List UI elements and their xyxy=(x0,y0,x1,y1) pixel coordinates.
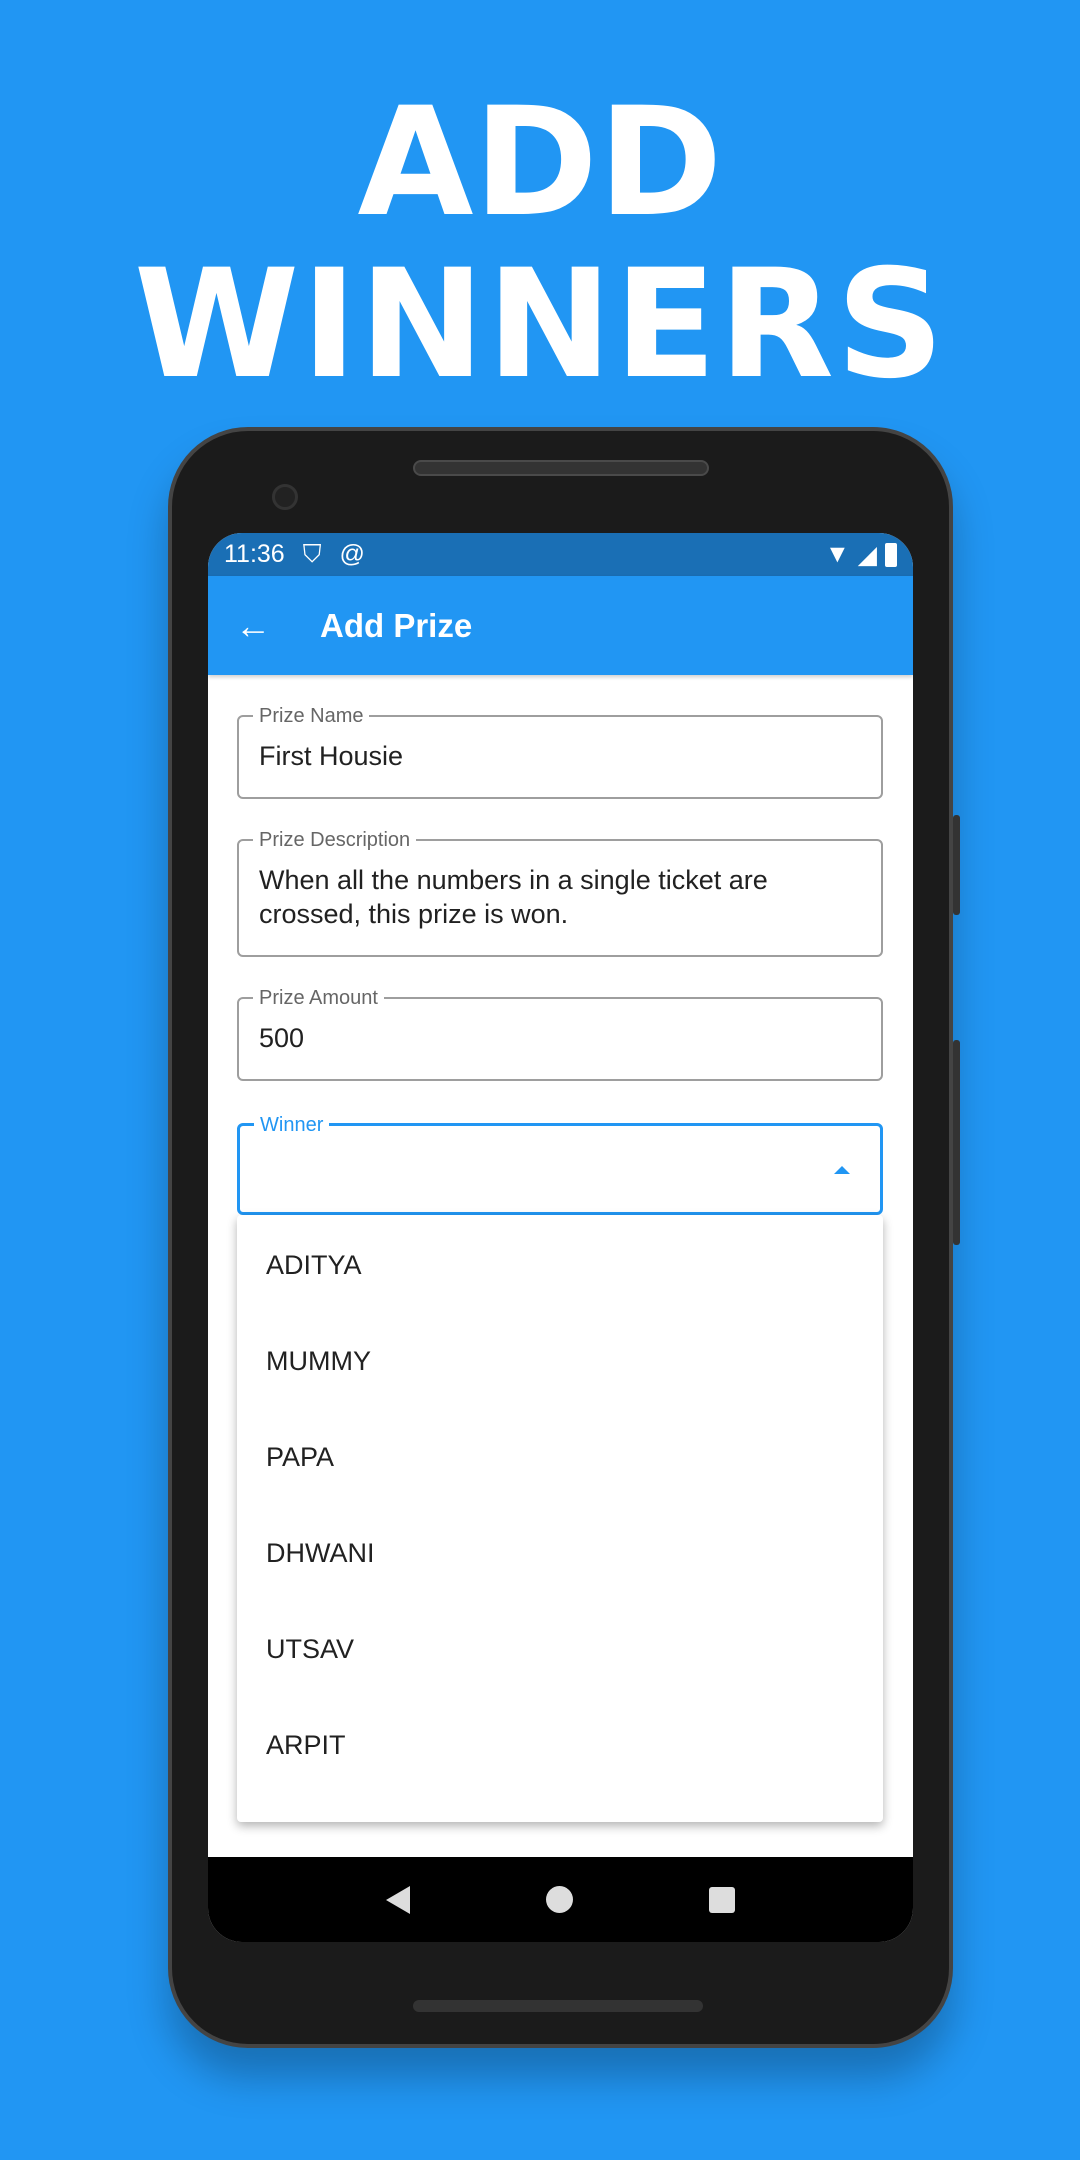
navigation-bar xyxy=(208,1857,913,1942)
phone-speaker xyxy=(413,460,709,476)
winner-dropdown[interactable]: Winner xyxy=(237,1114,883,1215)
winner-options-menu: ADITYA MUMMY PAPA DHWANI UTSAV ARPIT xyxy=(237,1215,883,1822)
prize-name-label: Prize Name xyxy=(253,705,370,728)
shield-play-icon: ⛉ xyxy=(302,540,322,568)
headline-line-1: ADD xyxy=(357,76,723,250)
app-bar: ← Add Prize xyxy=(208,576,913,675)
prize-description-label: Prize Description xyxy=(253,829,417,852)
volume-button xyxy=(953,815,960,915)
prize-description-value: When all the numbers in a single ticket … xyxy=(259,865,768,929)
winner-label: Winner xyxy=(254,1114,330,1137)
signal-icon: ◢ xyxy=(857,540,877,569)
power-button xyxy=(953,1040,960,1245)
winner-option[interactable]: DHWANI xyxy=(237,1505,883,1601)
winner-option[interactable]: MUMMY xyxy=(237,1313,883,1409)
page-title: Add Prize xyxy=(320,606,473,644)
prize-name-value: First Housie xyxy=(259,741,404,771)
prize-name-field[interactable]: Prize Name First Housie xyxy=(237,705,883,799)
caret-up-icon[interactable] xyxy=(834,1166,850,1174)
prize-amount-value: 500 xyxy=(259,1023,305,1053)
headline-line-2: WINNERS xyxy=(133,238,947,412)
prize-amount-field[interactable]: Prize Amount 500 xyxy=(237,987,883,1081)
at-sign-icon: @ xyxy=(339,540,365,568)
status-time: 11:36 xyxy=(224,540,285,568)
winner-option[interactable]: ADITYA xyxy=(237,1217,883,1313)
recents-nav-icon[interactable] xyxy=(709,1886,735,1913)
winner-option[interactable]: PAPA xyxy=(237,1409,883,1505)
battery-icon xyxy=(885,542,897,567)
phone-bottom-speaker xyxy=(413,2000,703,2012)
prize-amount-label: Prize Amount xyxy=(253,987,384,1010)
phone-screen: 11:36 ⛉ @ ▼ ◢ ← Add Prize Prize Name Fir… xyxy=(208,533,913,1942)
prize-description-field[interactable]: Prize Description When all the numbers i… xyxy=(237,829,883,957)
status-bar: 11:36 ⛉ @ ▼ ◢ xyxy=(208,533,913,576)
winner-option[interactable]: UTSAV xyxy=(237,1601,883,1697)
arrow-left-icon[interactable]: ← xyxy=(208,605,298,647)
back-nav-icon[interactable] xyxy=(386,1885,410,1914)
wifi-icon: ▼ xyxy=(825,540,850,568)
home-nav-icon[interactable] xyxy=(546,1886,573,1913)
winner-option[interactable]: ARPIT xyxy=(237,1697,883,1793)
camera-icon xyxy=(272,484,298,510)
